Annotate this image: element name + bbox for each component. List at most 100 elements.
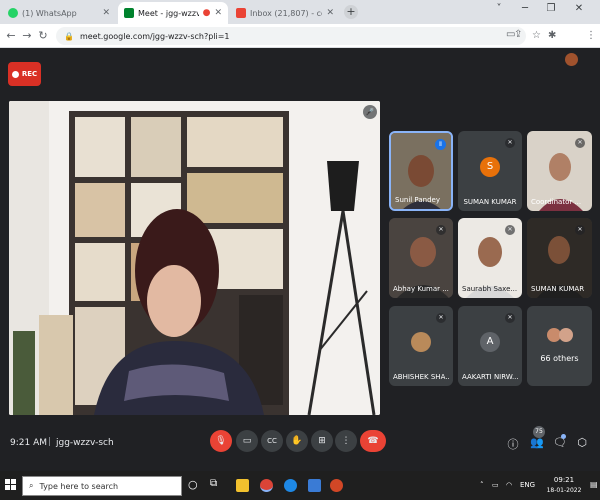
edge-icon[interactable] bbox=[284, 479, 297, 492]
new-tab-button[interactable]: + bbox=[344, 5, 358, 19]
participant-name: Abhay Kumar ... bbox=[393, 285, 449, 293]
people-count-badge: 75 bbox=[533, 426, 545, 438]
reload-icon[interactable]: ↻ bbox=[36, 29, 50, 43]
speaker-video-image bbox=[9, 101, 380, 415]
tab-title: Meet - jgg-wzzv-sch bbox=[138, 8, 199, 18]
meeting-code: jgg-wzzv-sch bbox=[56, 438, 114, 448]
mic-off-icon: ✕ bbox=[575, 225, 585, 235]
captions-button[interactable]: CC bbox=[261, 430, 283, 452]
participant-tile[interactable]: ✕ Coordinator ... bbox=[527, 131, 592, 211]
avatar bbox=[411, 332, 431, 352]
lock-icon: 🔒 bbox=[64, 31, 74, 41]
participant-tile[interactable]: ✕ Abhay Kumar ... bbox=[389, 218, 453, 298]
close-icon[interactable]: ✕ bbox=[102, 8, 110, 18]
browser-toolbar: ← → ↻ 🔒 meet.google.com/jgg-wzzv-sch?pli… bbox=[0, 24, 600, 66]
store-icon[interactable] bbox=[308, 479, 321, 492]
participant-tile[interactable]: ✕ S SUMAN KUMAR bbox=[458, 131, 522, 211]
forward-icon[interactable]: → bbox=[20, 29, 34, 43]
tab-whatsapp[interactable]: (1) WhatsApp ✕ bbox=[2, 2, 116, 24]
menu-icon[interactable]: ⋮ bbox=[586, 30, 596, 41]
search-icon: ⌕ bbox=[29, 481, 34, 490]
whatsapp-icon bbox=[8, 8, 18, 18]
speaking-icon: ⦀ bbox=[435, 139, 446, 150]
clock-date[interactable]: 18-01-2022 bbox=[540, 487, 588, 494]
share-icon[interactable]: ⇪ bbox=[514, 29, 522, 40]
meeting-time: 9:21 AM bbox=[10, 438, 47, 448]
separator: | bbox=[48, 437, 52, 447]
windows-taskbar: ⌕ Type here to search ○ ⧉ ˄ ▭ ◠ ENG 09:2… bbox=[0, 471, 600, 500]
minimize-icon[interactable]: ─ bbox=[514, 3, 536, 14]
mic-off-icon: ✕ bbox=[436, 225, 446, 235]
main-video-tile[interactable]: 🎤 bbox=[9, 101, 380, 415]
taskbar-search-input[interactable]: ⌕ Type here to search bbox=[22, 476, 182, 496]
recording-dot-icon: ● bbox=[202, 8, 211, 18]
address-bar[interactable]: 🔒 meet.google.com/jgg-wzzv-sch?pli=1 bbox=[56, 27, 526, 45]
tab-meet[interactable]: Meet - jgg-wzzv-sch ● ✕ bbox=[118, 2, 228, 24]
participant-tile[interactable]: ⦀ Sunil Pandey bbox=[389, 131, 453, 211]
participant-tile[interactable]: ✕ ABHISHEK SHA... bbox=[389, 306, 453, 386]
raise-hand-button[interactable]: ✋ bbox=[286, 430, 308, 452]
url-text: meet.google.com/jgg-wzzv-sch?pli=1 bbox=[79, 31, 230, 41]
mic-off-icon: ✕ bbox=[505, 313, 515, 323]
file-explorer-icon[interactable] bbox=[236, 479, 249, 492]
mic-off-icon: ✕ bbox=[436, 313, 446, 323]
participant-tile[interactable]: ✕ A AAKARTI NIRW... bbox=[458, 306, 522, 386]
participant-name: AAKARTI NIRW... bbox=[462, 373, 518, 381]
participant-tile[interactable]: ✕ SUMAN KUMAR bbox=[527, 218, 592, 298]
close-icon[interactable]: ✕ bbox=[326, 8, 334, 18]
wifi-icon[interactable]: ◠ bbox=[506, 481, 512, 489]
bookmark-star-icon[interactable]: ☆ bbox=[532, 30, 541, 41]
meet-icon bbox=[124, 8, 134, 18]
task-view-icon[interactable]: ⧉ bbox=[210, 478, 217, 489]
avatar: S bbox=[480, 157, 500, 177]
avatar: A bbox=[480, 332, 500, 352]
participant-name: Saurabh Saxe... bbox=[462, 285, 518, 293]
participant-name: SUMAN KUMAR bbox=[531, 285, 585, 293]
participant-tile[interactable]: ✕ Saurabh Saxe... bbox=[458, 218, 522, 298]
maximize-icon[interactable]: ❐ bbox=[540, 3, 562, 14]
mic-off-icon: 🎤 bbox=[363, 105, 377, 119]
participant-name: Sunil Pandey bbox=[395, 196, 440, 204]
back-icon[interactable]: ← bbox=[4, 29, 18, 43]
language-indicator[interactable]: ENG bbox=[520, 481, 535, 489]
mic-off-icon: ✕ bbox=[505, 138, 515, 148]
cortana-icon[interactable]: ○ bbox=[188, 478, 198, 491]
close-icon[interactable]: ✕ bbox=[214, 8, 222, 18]
search-placeholder: Type here to search bbox=[39, 481, 119, 491]
tray-up-icon[interactable]: ˄ bbox=[480, 481, 484, 489]
participant-tile-others[interactable]: 66 others bbox=[527, 306, 592, 386]
tab-gmail[interactable]: Inbox (21,807) - coord.mca@ite... ✕ bbox=[230, 2, 340, 24]
browser-tab-bar: (1) WhatsApp ✕ Meet - jgg-wzzv-sch ● ✕ I… bbox=[0, 0, 600, 24]
mic-off-icon: ✕ bbox=[575, 138, 585, 148]
mic-off-icon: ✕ bbox=[505, 225, 515, 235]
tab-title: (1) WhatsApp bbox=[22, 8, 77, 18]
extensions-icon[interactable]: ✱ bbox=[548, 30, 556, 41]
end-call-button[interactable]: ☎ bbox=[360, 430, 386, 452]
more-options-button[interactable]: ⋮ bbox=[335, 430, 357, 452]
present-button[interactable]: ⊞ bbox=[311, 430, 333, 452]
window-close-icon[interactable]: ✕ bbox=[568, 3, 590, 14]
info-icon[interactable]: ⓘ bbox=[506, 436, 520, 452]
windows-start-icon[interactable] bbox=[5, 479, 17, 491]
notification-icon[interactable]: ▤ bbox=[590, 480, 598, 489]
camera-toggle-button[interactable]: ▭ bbox=[236, 430, 258, 452]
mic-toggle-button[interactable]: 🎙 bbox=[210, 430, 232, 452]
recording-indicator: REC bbox=[8, 62, 41, 86]
tab-search-icon[interactable]: ˅ bbox=[488, 3, 510, 14]
participant-name: ABHISHEK SHA... bbox=[393, 373, 449, 381]
clock-time[interactable]: 09:21 bbox=[544, 476, 584, 484]
battery-icon[interactable]: ▭ bbox=[492, 481, 499, 489]
record-icon bbox=[11, 70, 19, 78]
powerpoint-icon[interactable] bbox=[330, 479, 343, 492]
profile-avatar[interactable] bbox=[565, 53, 578, 66]
others-count: 66 others bbox=[540, 354, 579, 363]
gmail-icon bbox=[236, 8, 246, 18]
chrome-icon[interactable] bbox=[260, 479, 273, 492]
rec-label: REC bbox=[21, 70, 38, 78]
avatar bbox=[559, 328, 573, 342]
people-icon[interactable]: 👥 bbox=[530, 436, 544, 449]
activities-icon[interactable]: ⬡ bbox=[575, 436, 589, 449]
tab-title: Inbox (21,807) - coord.mca@ite... bbox=[250, 8, 322, 18]
participant-name: Coordinator ... bbox=[531, 198, 582, 206]
participant-name: SUMAN KUMAR bbox=[463, 198, 517, 206]
